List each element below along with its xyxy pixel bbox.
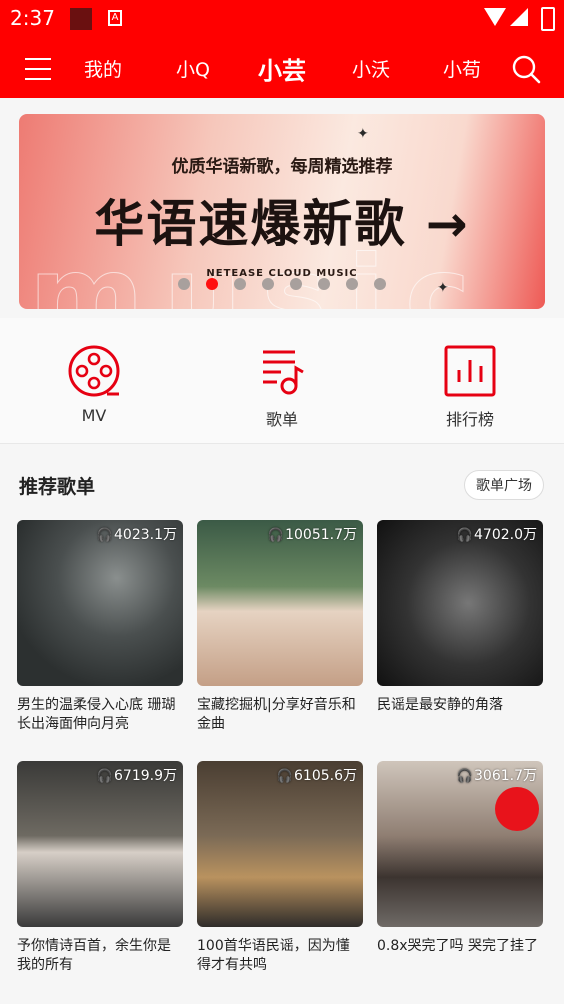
playlist-card[interactable]: 🎧3061.7万 0.8x哭完了吗 哭完了挂了	[377, 761, 543, 956]
headphones-icon: 🎧	[276, 769, 293, 784]
play-count: 🎧6105.6万	[277, 765, 357, 785]
quick-entries: MV 歌单 排行榜	[0, 318, 564, 444]
pagination-dot[interactable]	[374, 278, 386, 290]
playlist-cover[interactable]: 🎧4702.0万	[377, 520, 543, 686]
play-count-value: 4702.0万	[474, 527, 537, 543]
quick-mv[interactable]: MV	[34, 344, 154, 425]
top-nav: 我的 小Q 小芸 小沃 小苟	[0, 38, 564, 98]
section-title: 推荐歌单	[19, 476, 96, 498]
chart-icon	[444, 345, 496, 397]
quick-playlist-label: 歌单	[265, 410, 298, 429]
status-bar: 2:37 A	[0, 0, 564, 38]
playlist-card[interactable]: 🎧10051.7万 宝藏挖掘机|分享好音乐和金曲	[197, 520, 363, 734]
headphones-icon: 🎧	[456, 528, 473, 543]
playlist-title[interactable]: 宝藏挖掘机|分享好音乐和金曲	[197, 696, 363, 734]
search-icon[interactable]	[511, 54, 541, 84]
playlist-card[interactable]: 🎧6719.9万 予你情诗百首，余生你是我的所有	[17, 761, 183, 975]
menu-icon[interactable]	[25, 58, 51, 80]
notification-icon	[70, 8, 92, 30]
play-count: 🎧4702.0万	[457, 524, 537, 544]
app-notification-icon: A	[108, 10, 122, 26]
tab-xiaoyun[interactable]: 小芸	[258, 51, 306, 86]
pagination-dot[interactable]	[234, 278, 246, 290]
banner-subtitle: 优质华语新歌，每周精选推荐	[171, 157, 393, 177]
play-count-value: 6719.9万	[114, 768, 177, 784]
status-time: 2:37	[10, 6, 55, 30]
headphones-icon: 🎧	[267, 528, 285, 543]
battery-icon	[541, 7, 555, 31]
mascot-sticker-icon	[495, 787, 539, 831]
quick-playlist[interactable]: 歌单	[222, 344, 342, 430]
playlist-title[interactable]: 予你情诗百首，余生你是我的所有	[17, 937, 183, 975]
play-count: 🎧3061.7万	[457, 765, 537, 785]
playlist-cover[interactable]: 🎧4023.1万	[17, 520, 183, 686]
quick-chart[interactable]: 排行榜	[410, 344, 530, 430]
headphones-icon: 🎧	[96, 769, 113, 784]
playlist-icon	[263, 350, 304, 395]
playlist-cover[interactable]: 🎧3061.7万	[377, 761, 543, 927]
tab-mine[interactable]: 我的	[84, 55, 122, 82]
film-reel-icon	[68, 345, 120, 397]
pagination-dot-active[interactable]	[206, 278, 218, 290]
playlist-card[interactable]: 🎧4023.1万 男生的温柔侵入心底 珊瑚长出海面伸向月亮	[17, 520, 183, 734]
playlist-cover[interactable]: 🎧10051.7万	[197, 520, 363, 686]
tab-xiaogou[interactable]: 小苟	[443, 55, 481, 82]
pagination-dot[interactable]	[178, 278, 190, 290]
pagination-dot[interactable]	[318, 278, 330, 290]
banner-pagination	[19, 278, 545, 290]
playlist-title[interactable]: 0.8x哭完了吗 哭完了挂了	[377, 937, 543, 956]
banner-headline: 华语速爆新歌 →	[94, 195, 470, 253]
signal-icon	[510, 8, 528, 26]
playlist-card[interactable]: 🎧6105.6万 100首华语民谣，因为懂得才有共鸣	[197, 761, 363, 975]
playlist-cover[interactable]: 🎧6105.6万	[197, 761, 363, 927]
playlist-title[interactable]: 男生的温柔侵入心底 珊瑚长出海面伸向月亮	[17, 696, 183, 734]
play-count-value: 4023.1万	[114, 527, 177, 543]
promo-banner[interactable]: music ✦ ✦ 优质华语新歌，每周精选推荐 华语速爆新歌 → NETEASE…	[19, 114, 545, 309]
play-count: 🎧4023.1万	[97, 524, 177, 544]
pagination-dot[interactable]	[290, 278, 302, 290]
play-count-value: 3061.7万	[474, 768, 537, 784]
playlist-title[interactable]: 100首华语民谣，因为懂得才有共鸣	[197, 937, 363, 975]
play-count-value: 10051.7万	[285, 527, 357, 543]
tab-xiaowo[interactable]: 小沃	[352, 55, 390, 82]
quick-chart-label: 排行榜	[445, 410, 494, 429]
pagination-dot[interactable]	[346, 278, 358, 290]
play-count: 🎧6719.9万	[97, 765, 177, 785]
playlist-square-button[interactable]: 歌单广场	[464, 470, 544, 500]
play-count: 🎧10051.7万	[268, 524, 357, 544]
wifi-icon	[484, 8, 506, 26]
tab-xiaoq[interactable]: 小Q	[176, 55, 210, 82]
quick-mv-label: MV	[81, 406, 107, 425]
playlist-title[interactable]: 民谣是最安静的角落	[377, 696, 543, 715]
headphones-icon: 🎧	[96, 528, 113, 543]
playlist-cover[interactable]: 🎧6719.9万	[17, 761, 183, 927]
play-count-value: 6105.6万	[294, 768, 357, 784]
headphones-icon: 🎧	[456, 769, 473, 784]
pagination-dot[interactable]	[262, 278, 274, 290]
sparkle-icon: ✦	[357, 126, 369, 142]
playlist-card[interactable]: 🎧4702.0万 民谣是最安静的角落	[377, 520, 543, 715]
